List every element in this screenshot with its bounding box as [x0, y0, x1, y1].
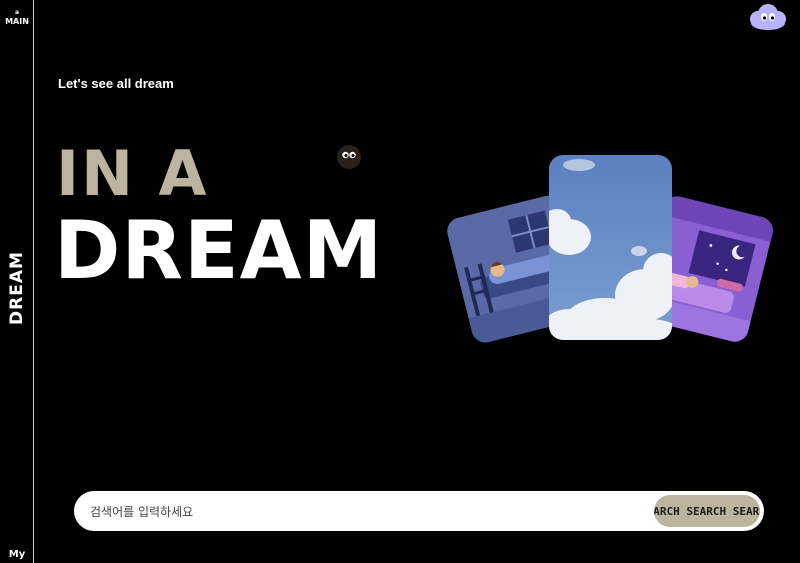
search-button[interactable]: SEARCH SEARCH SEARCH	[654, 495, 760, 527]
main-nav-link[interactable]: a MAIN	[0, 8, 34, 26]
main-nav-label: MAIN	[5, 17, 29, 26]
page-subtitle: Let's see all dream	[58, 76, 174, 91]
hero-title-line2: DREAM	[54, 204, 384, 297]
search-button-label: SEARCH SEARCH SEARCH	[654, 504, 760, 518]
search-bar: SEARCH SEARCH SEARCH	[74, 491, 764, 531]
my-nav-link[interactable]: My	[0, 549, 34, 560]
hero-title-line1: IN A	[56, 137, 209, 210]
dream-card-sky-clouds[interactable]	[549, 155, 672, 340]
search-input[interactable]	[88, 500, 632, 524]
main-nav-prefix: a	[14, 9, 20, 16]
left-rail: a MAIN DREAM My	[0, 0, 34, 563]
cloud-avatar-icon[interactable]	[748, 2, 788, 32]
brand-vertical: DREAM	[7, 251, 27, 325]
soot-sprite-icon	[336, 144, 362, 170]
